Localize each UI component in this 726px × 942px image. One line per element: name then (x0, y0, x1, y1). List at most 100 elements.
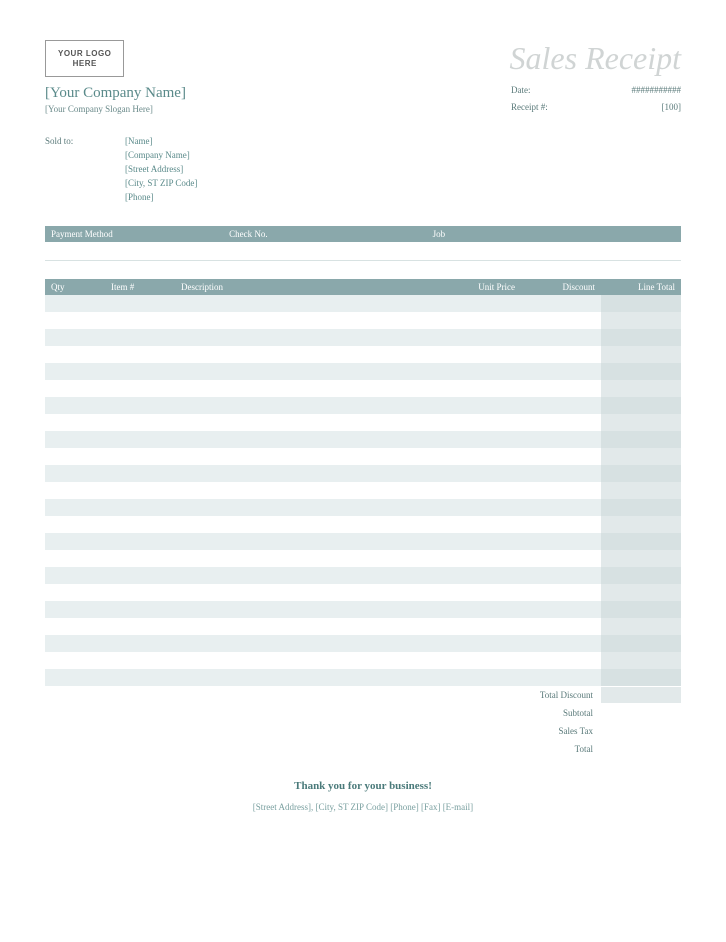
table-row[interactable] (45, 295, 681, 312)
check-no-cell[interactable] (223, 242, 427, 260)
table-cell[interactable] (601, 669, 681, 686)
table-cell[interactable] (521, 295, 601, 312)
table-cell[interactable] (441, 601, 521, 618)
table-row[interactable] (45, 499, 681, 516)
table-cell[interactable] (105, 363, 175, 380)
table-cell[interactable] (175, 669, 441, 686)
table-cell[interactable] (521, 431, 601, 448)
table-cell[interactable] (441, 635, 521, 652)
table-cell[interactable] (441, 397, 521, 414)
table-cell[interactable] (105, 499, 175, 516)
table-cell[interactable] (601, 533, 681, 550)
table-cell[interactable] (601, 414, 681, 431)
table-cell[interactable] (45, 329, 105, 346)
table-cell[interactable] (521, 346, 601, 363)
table-cell[interactable] (601, 618, 681, 635)
table-cell[interactable] (45, 380, 105, 397)
table-cell[interactable] (175, 329, 441, 346)
table-cell[interactable] (45, 533, 105, 550)
table-row[interactable] (45, 346, 681, 363)
table-cell[interactable] (105, 431, 175, 448)
table-cell[interactable] (601, 567, 681, 584)
table-cell[interactable] (45, 312, 105, 329)
table-cell[interactable] (45, 635, 105, 652)
table-cell[interactable] (45, 482, 105, 499)
table-cell[interactable] (105, 295, 175, 312)
table-cell[interactable] (521, 363, 601, 380)
table-cell[interactable] (441, 414, 521, 431)
table-cell[interactable] (45, 601, 105, 618)
table-cell[interactable] (441, 329, 521, 346)
table-row[interactable] (45, 652, 681, 669)
table-cell[interactable] (521, 397, 601, 414)
table-cell[interactable] (521, 635, 601, 652)
table-cell[interactable] (521, 312, 601, 329)
table-row[interactable] (45, 601, 681, 618)
table-cell[interactable] (45, 499, 105, 516)
table-cell[interactable] (175, 448, 441, 465)
table-cell[interactable] (441, 499, 521, 516)
table-cell[interactable] (441, 482, 521, 499)
table-cell[interactable] (601, 312, 681, 329)
table-cell[interactable] (175, 363, 441, 380)
table-row[interactable] (45, 414, 681, 431)
table-cell[interactable] (105, 465, 175, 482)
table-cell[interactable] (441, 363, 521, 380)
table-cell[interactable] (175, 380, 441, 397)
table-cell[interactable] (441, 584, 521, 601)
table-cell[interactable] (175, 346, 441, 363)
table-cell[interactable] (521, 465, 601, 482)
table-cell[interactable] (45, 669, 105, 686)
table-cell[interactable] (521, 380, 601, 397)
table-cell[interactable] (441, 431, 521, 448)
table-row[interactable] (45, 618, 681, 635)
payment-method-cell[interactable] (45, 242, 223, 260)
table-cell[interactable] (175, 465, 441, 482)
table-cell[interactable] (521, 567, 601, 584)
table-row[interactable] (45, 397, 681, 414)
table-row[interactable] (45, 567, 681, 584)
table-cell[interactable] (441, 618, 521, 635)
table-cell[interactable] (601, 482, 681, 499)
table-cell[interactable] (175, 652, 441, 669)
table-row[interactable] (45, 635, 681, 652)
table-cell[interactable] (601, 601, 681, 618)
job-cell[interactable] (427, 242, 681, 260)
table-cell[interactable] (175, 533, 441, 550)
table-row[interactable] (45, 584, 681, 601)
table-cell[interactable] (601, 499, 681, 516)
table-cell[interactable] (521, 652, 601, 669)
table-cell[interactable] (441, 380, 521, 397)
table-cell[interactable] (105, 380, 175, 397)
table-cell[interactable] (105, 312, 175, 329)
table-cell[interactable] (441, 346, 521, 363)
table-cell[interactable] (45, 414, 105, 431)
table-cell[interactable] (45, 448, 105, 465)
table-cell[interactable] (441, 312, 521, 329)
table-row[interactable] (45, 312, 681, 329)
table-row[interactable] (45, 380, 681, 397)
table-cell[interactable] (105, 448, 175, 465)
table-row[interactable] (45, 482, 681, 499)
table-cell[interactable] (441, 533, 521, 550)
table-cell[interactable] (175, 618, 441, 635)
table-cell[interactable] (45, 550, 105, 567)
table-cell[interactable] (175, 431, 441, 448)
table-row[interactable] (45, 329, 681, 346)
table-cell[interactable] (441, 448, 521, 465)
table-cell[interactable] (601, 635, 681, 652)
table-cell[interactable] (105, 482, 175, 499)
table-cell[interactable] (601, 295, 681, 312)
table-row[interactable] (45, 533, 681, 550)
table-cell[interactable] (105, 618, 175, 635)
table-row[interactable] (45, 516, 681, 533)
table-cell[interactable] (45, 465, 105, 482)
table-cell[interactable] (521, 499, 601, 516)
table-cell[interactable] (601, 516, 681, 533)
table-row[interactable] (45, 465, 681, 482)
table-cell[interactable] (175, 567, 441, 584)
table-cell[interactable] (105, 567, 175, 584)
table-cell[interactable] (521, 550, 601, 567)
table-cell[interactable] (601, 363, 681, 380)
table-row[interactable] (45, 448, 681, 465)
